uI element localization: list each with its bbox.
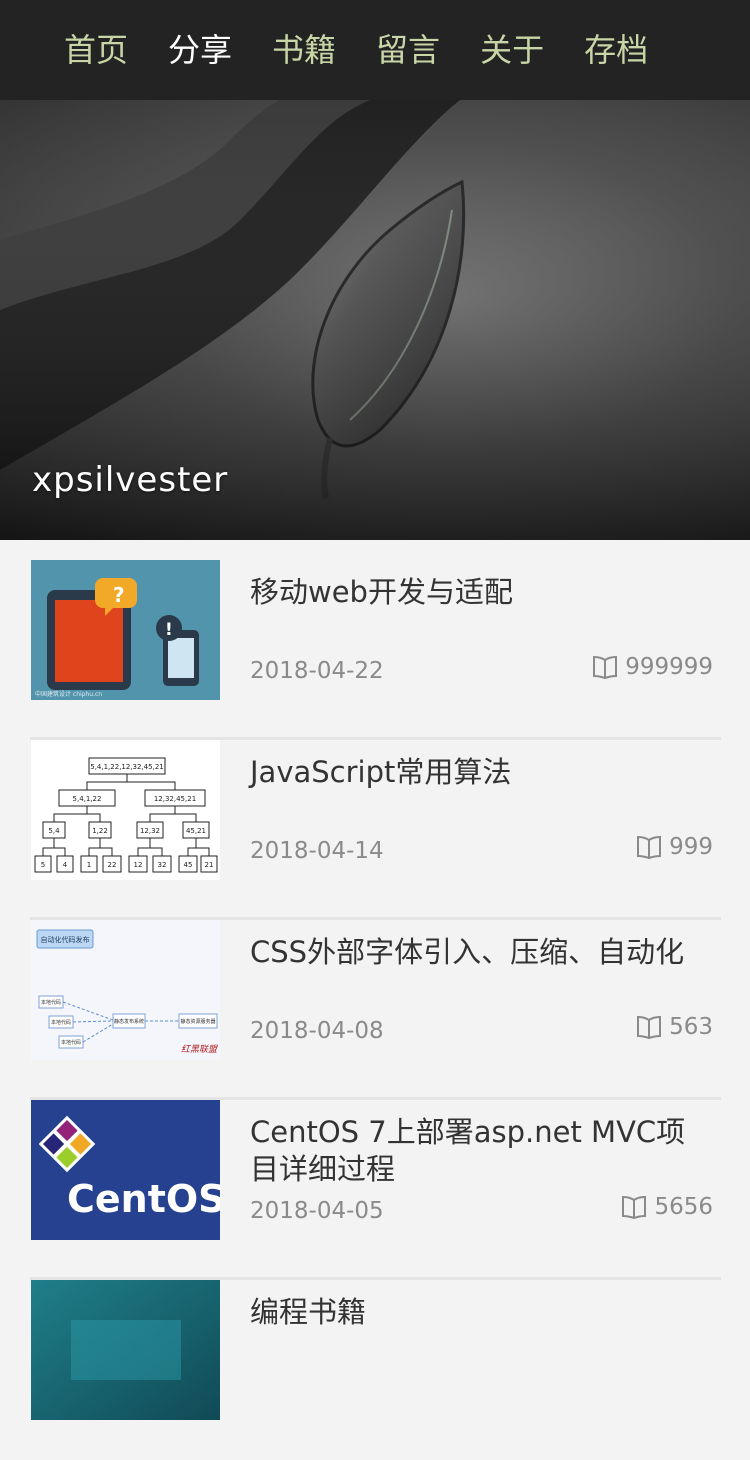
- hero-banner: xpsilvester: [0, 100, 750, 540]
- post-item[interactable]: CentOS CentOS 7上部署asp.net MVC项目详细过程 2018…: [30, 1100, 721, 1280]
- post-title[interactable]: CentOS 7上部署asp.net MVC项目详细过程: [250, 1114, 700, 1188]
- svg-text:CentOS: CentOS: [67, 1177, 220, 1221]
- svg-text:12: 12: [134, 861, 143, 869]
- post-views-count: 999999: [625, 654, 713, 680]
- open-book-icon: [622, 1195, 647, 1220]
- post-views-count: 563: [669, 1014, 713, 1040]
- post-views-count: 5656: [654, 1194, 713, 1220]
- svg-text:12,32: 12,32: [140, 827, 160, 835]
- post-views: 999999: [591, 654, 713, 680]
- post-title[interactable]: CSS外部字体引入、压缩、自动化: [250, 934, 700, 971]
- svg-text:22: 22: [108, 861, 117, 869]
- svg-text:本地代码: 本地代码: [41, 999, 61, 1006]
- svg-text:1,22: 1,22: [92, 827, 108, 835]
- open-book-icon: [637, 835, 662, 860]
- svg-text:本地代码: 本地代码: [61, 1039, 81, 1046]
- post-title[interactable]: 编程书籍: [250, 1294, 700, 1331]
- post-item[interactable]: 自动化代码发布 本地代码 本地代码 本地代码 静态发布系统 静态资源服务器 红黑…: [30, 920, 721, 1100]
- post-title[interactable]: 移动web开发与适配: [250, 574, 700, 611]
- post-thumbnail[interactable]: ? ! 中国建筑设计 chiphu.cn: [31, 560, 220, 700]
- thumb-credit: 中国建筑设计 chiphu.cn: [35, 690, 102, 698]
- svg-text:21: 21: [205, 861, 214, 869]
- nav-item-messages[interactable]: 留言: [376, 34, 440, 66]
- svg-text:?: ?: [113, 583, 125, 607]
- post-item[interactable]: 编程书籍: [30, 1280, 721, 1460]
- centos-logo: CentOS: [31, 1100, 220, 1240]
- post-thumbnail[interactable]: 自动化代码发布 本地代码 本地代码 本地代码 静态发布系统 静态资源服务器 红黑…: [31, 920, 220, 1060]
- post-thumbnail[interactable]: 5,4,1,22,12,32,45,21 5,4,1,22 12,32,45,2…: [31, 740, 220, 880]
- post-views: 5656: [620, 1194, 713, 1220]
- svg-text:32: 32: [158, 861, 167, 869]
- post-date: 2018-04-08: [250, 1018, 384, 1044]
- svg-text:5,4: 5,4: [48, 827, 60, 835]
- svg-text:45: 45: [184, 861, 193, 869]
- nav-item-archive[interactable]: 存档: [584, 34, 648, 66]
- svg-text:静态资源服务器: 静态资源服务器: [180, 1018, 215, 1025]
- post-date: 2018-04-14: [250, 838, 384, 864]
- svg-text:!: !: [165, 620, 173, 640]
- svg-text:5: 5: [41, 861, 45, 869]
- post-views-count: 999: [669, 834, 713, 860]
- post-item[interactable]: 5,4,1,22,12,32,45,21 5,4,1,22 12,32,45,2…: [30, 740, 721, 920]
- svg-text:45,21: 45,21: [186, 827, 206, 835]
- post-thumbnail[interactable]: [31, 1280, 220, 1420]
- svg-text:1: 1: [87, 861, 91, 869]
- open-book-icon: [593, 655, 618, 680]
- svg-text:5,4,1,22,12,32,45,21: 5,4,1,22,12,32,45,21: [90, 763, 163, 771]
- svg-text:红黑联盟: 红黑联盟: [181, 1044, 218, 1055]
- post-item[interactable]: ? ! 中国建筑设计 chiphu.cn 移动web开发与适配 2018-04-…: [30, 560, 721, 740]
- svg-text:本地代码: 本地代码: [51, 1019, 71, 1026]
- svg-text:4: 4: [63, 861, 68, 869]
- post-date: 2018-04-05: [250, 1198, 384, 1224]
- nav-item-share[interactable]: 分享: [168, 34, 232, 66]
- nav-item-about[interactable]: 关于: [480, 34, 544, 66]
- automation-flow-diagram: 自动化代码发布 本地代码 本地代码 本地代码 静态发布系统 静态资源服务器 红黑…: [31, 920, 220, 1060]
- svg-text:12,32,45,21: 12,32,45,21: [154, 795, 196, 803]
- svg-text:5,4,1,22: 5,4,1,22: [73, 795, 102, 803]
- nav-item-home[interactable]: 首页: [64, 34, 128, 66]
- svg-text:自动化代码发布: 自动化代码发布: [41, 935, 90, 944]
- post-views: 999: [635, 834, 713, 860]
- post-thumbnail[interactable]: CentOS: [31, 1100, 220, 1240]
- post-views: 563: [635, 1014, 713, 1040]
- post-date: 2018-04-22: [250, 658, 384, 684]
- teal-photo: [31, 1280, 220, 1420]
- hero-title[interactable]: xpsilvester: [32, 460, 228, 500]
- svg-text:静态发布系统: 静态发布系统: [114, 1018, 144, 1025]
- open-book-icon: [637, 1015, 662, 1040]
- nav-item-books[interactable]: 书籍: [272, 34, 336, 66]
- post-list: ? ! 中国建筑设计 chiphu.cn 移动web开发与适配 2018-04-…: [30, 560, 721, 1460]
- top-nav: 首页 分享 书籍 留言 关于 存档: [0, 0, 750, 100]
- mobile-devices-illustration: ? ! 中国建筑设计 chiphu.cn: [31, 560, 220, 700]
- post-title[interactable]: JavaScript常用算法: [250, 754, 700, 791]
- merge-sort-tree-diagram: 5,4,1,22,12,32,45,21 5,4,1,22 12,32,45,2…: [31, 740, 220, 880]
